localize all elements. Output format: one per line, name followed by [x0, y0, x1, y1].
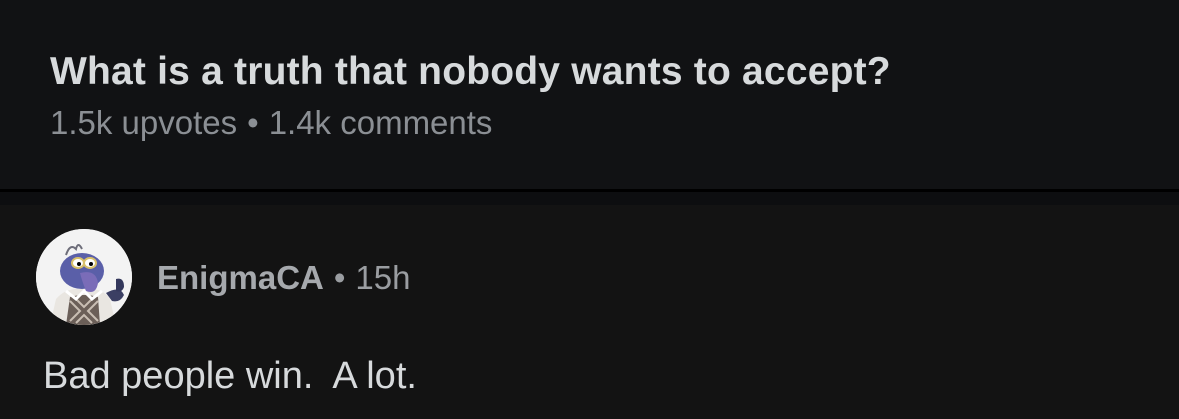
- comment-author[interactable]: EnigmaCA: [157, 259, 324, 296]
- comment: EnigmaCA • 15h Bad people win. A lot.: [0, 205, 1179, 419]
- post-title[interactable]: What is a truth that nobody wants to acc…: [50, 50, 891, 94]
- muppet-avatar-icon[interactable]: [36, 229, 132, 325]
- section-gap: [0, 192, 1179, 205]
- upvote-count: 1.5k upvotes: [50, 104, 238, 141]
- meta-separator: •: [333, 259, 346, 296]
- post-header: What is a truth that nobody wants to acc…: [0, 0, 1179, 189]
- comment-count[interactable]: 1.4k comments: [269, 104, 493, 141]
- comment-body: Bad people win. A lot.: [43, 355, 417, 397]
- comment-timestamp: 15h: [355, 259, 411, 296]
- post-meta: 1.5k upvotes • 1.4k comments: [50, 104, 492, 142]
- meta-separator: •: [247, 104, 259, 141]
- comment-meta: EnigmaCA • 15h: [157, 259, 410, 297]
